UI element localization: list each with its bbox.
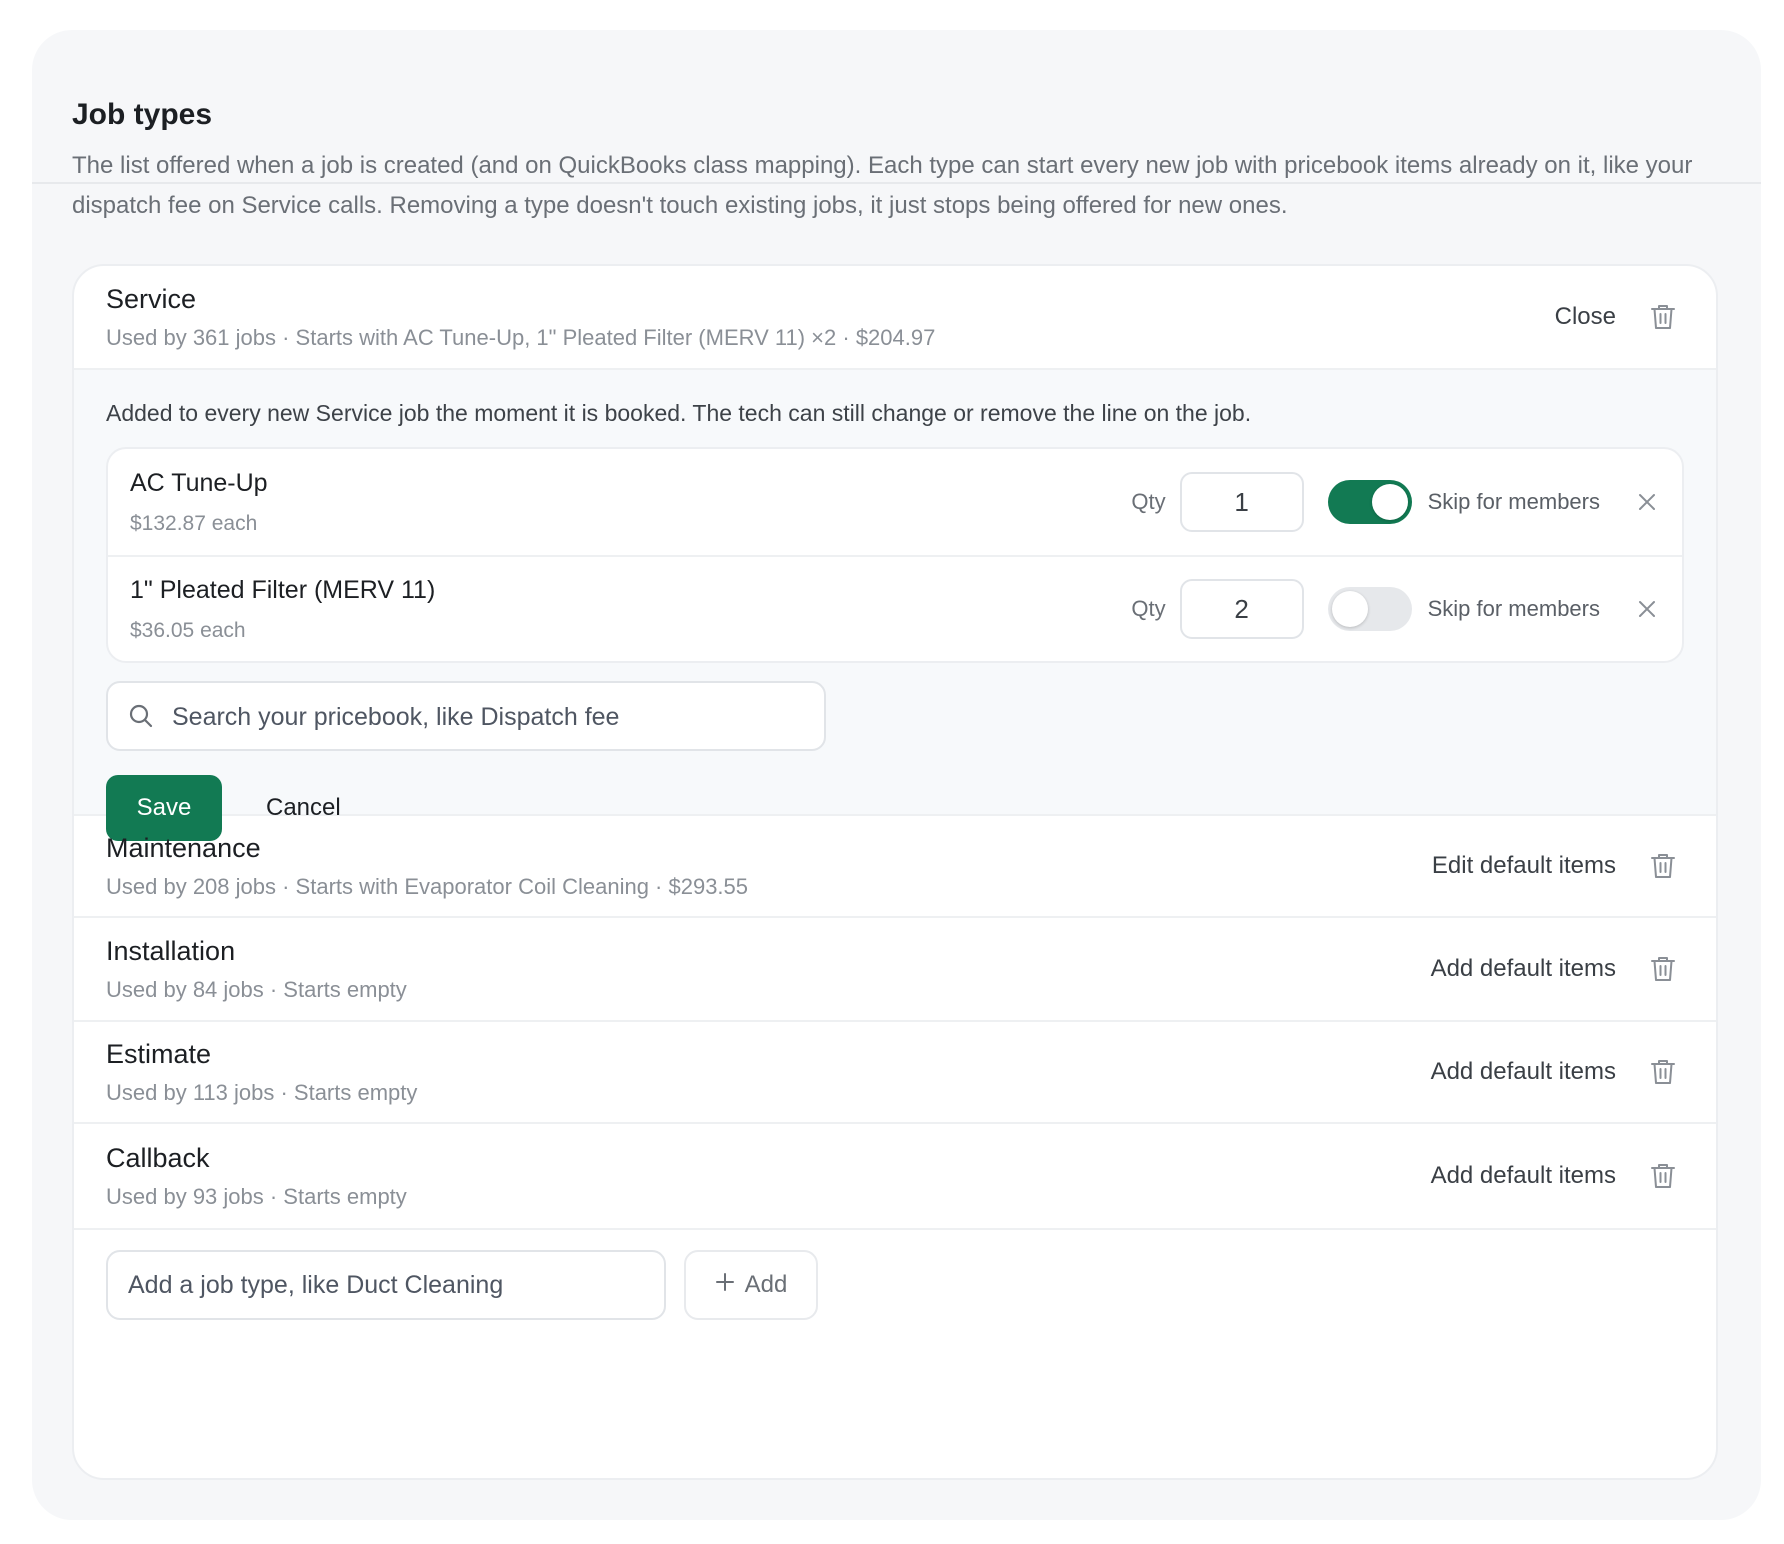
default-item-row: 1" Pleated Filter (MERV 11) $36.05 each … [108, 555, 1682, 661]
qty-label: Qty [1131, 596, 1166, 621]
add-default-items-button[interactable]: Add default items [1431, 955, 1616, 983]
item-controls: Qty Skip for members [1131, 472, 1656, 532]
qty-input[interactable] [1179, 579, 1304, 639]
default-items-list: AC Tune-Up $132.87 each Qty Skip for mem… [106, 447, 1684, 663]
item-price: $132.87 each [130, 511, 258, 535]
toggle-knob [1371, 484, 1408, 520]
plus-icon [715, 1271, 735, 1299]
item-info: 1" Pleated Filter (MERV 11) $36.05 each [130, 576, 435, 643]
add-job-type-row: Add [74, 1230, 1716, 1340]
add-default-items-button[interactable]: Add default items [1431, 1162, 1616, 1190]
trash-icon[interactable] [1650, 955, 1676, 983]
job-type-info: Service Used by 361 jobs · Starts with A… [106, 284, 935, 351]
job-type-info: Maintenance Used by 208 jobs · Starts wi… [106, 833, 748, 900]
page-title: Job types [72, 98, 213, 131]
default-items-editor: Added to every new Service job the momen… [74, 370, 1716, 841]
job-type-row-callback[interactable]: Callback Used by 93 jobs · Starts empty … [74, 1124, 1716, 1230]
editor-note: Added to every new Service job the momen… [106, 400, 1252, 426]
job-types-card: Job types The list offered when a job is… [32, 30, 1761, 1520]
job-type-row-service[interactable]: Service Used by 361 jobs · Starts with A… [74, 266, 1716, 370]
row-actions: Close [1555, 303, 1676, 331]
trash-icon[interactable] [1650, 852, 1676, 880]
job-type-row-installation[interactable]: Installation Used by 84 jobs · Starts em… [74, 918, 1716, 1022]
job-type-name: Installation [106, 935, 236, 966]
skip-for-members-toggle[interactable] [1327, 587, 1412, 631]
job-type-info: Installation Used by 84 jobs · Starts em… [106, 936, 407, 1003]
row-actions: Add default items [1431, 1058, 1676, 1086]
job-type-meta: Used by 113 jobs · Starts empty [106, 1079, 418, 1105]
row-actions: Add default items [1431, 1162, 1676, 1190]
job-type-name: Estimate [106, 1038, 212, 1069]
item-info: AC Tune-Up $132.87 each [130, 469, 268, 536]
job-type-input[interactable] [106, 1250, 666, 1320]
job-type-meta: Used by 84 jobs · Starts empty [106, 976, 407, 1002]
section-description: The list offered when a job is created (… [72, 152, 1693, 219]
row-actions: Add default items [1431, 955, 1676, 983]
job-type-name: Service [106, 283, 197, 314]
trash-icon[interactable] [1650, 303, 1676, 331]
job-type-name: Callback [106, 1142, 210, 1173]
close-button[interactable]: Close [1555, 303, 1616, 331]
job-type-row-maintenance[interactable]: Maintenance Used by 208 jobs · Starts wi… [74, 816, 1716, 918]
job-type-meta: Used by 208 jobs · Starts with Evaporato… [106, 873, 749, 899]
job-type-list: Service Used by 361 jobs · Starts with A… [72, 264, 1718, 1480]
skip-for-members-label: Skip for members [1427, 489, 1600, 514]
job-type-meta: Used by 361 jobs · Starts with AC Tune-U… [106, 324, 936, 350]
qty-input[interactable] [1179, 472, 1304, 532]
item-controls: Qty Skip for members [1131, 579, 1656, 639]
add-default-items-button[interactable]: Add default items [1431, 1058, 1616, 1086]
close-icon[interactable] [1638, 600, 1656, 618]
job-type-info: Estimate Used by 113 jobs · Starts empty [106, 1039, 417, 1106]
card-header: Job types The list offered when a job is… [32, 30, 1761, 219]
row-actions: Edit default items [1432, 852, 1676, 880]
add-button-label: Add [744, 1271, 788, 1298]
add-job-type-button[interactable]: Add [684, 1250, 818, 1320]
trash-icon[interactable] [1650, 1058, 1676, 1086]
item-name: 1" Pleated Filter (MERV 11) [130, 575, 436, 604]
job-type-info: Callback Used by 93 jobs · Starts empty [106, 1143, 407, 1210]
qty-label: Qty [1131, 489, 1166, 514]
trash-icon[interactable] [1650, 1162, 1676, 1190]
search-input[interactable] [170, 683, 814, 751]
job-type-meta: Used by 93 jobs · Starts empty [106, 1183, 407, 1209]
search-icon [128, 703, 154, 729]
item-name: AC Tune-Up [130, 468, 268, 497]
job-type-row-estimate[interactable]: Estimate Used by 113 jobs · Starts empty… [74, 1022, 1716, 1124]
skip-for-members-toggle[interactable] [1327, 480, 1412, 524]
pricebook-search [106, 681, 826, 751]
toggle-knob [1331, 591, 1368, 627]
close-icon[interactable] [1638, 493, 1656, 511]
default-item-row: AC Tune-Up $132.87 each Qty Skip for mem… [108, 449, 1682, 555]
skip-for-members-label: Skip for members [1427, 596, 1600, 621]
job-type-name: Maintenance [106, 832, 261, 863]
item-price: $36.05 each [130, 618, 246, 642]
edit-default-items-button[interactable]: Edit default items [1432, 852, 1616, 880]
